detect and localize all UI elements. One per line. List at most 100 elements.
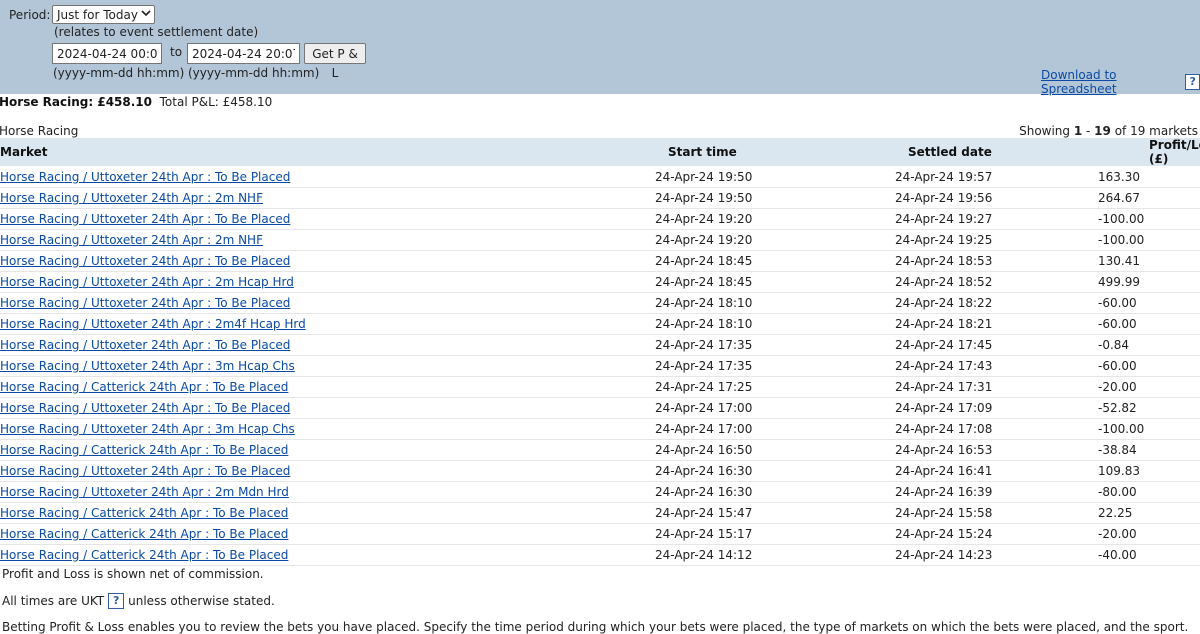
start-time-cell: 24-Apr-24 17:25 — [620, 376, 861, 398]
start-time-cell: 24-Apr-24 15:17 — [620, 523, 861, 545]
help-icon[interactable]: ? — [108, 593, 125, 609]
table-row: Horse Racing / Uttoxeter 24th Apr : To B… — [0, 250, 1200, 272]
profit-loss-cell: 264.67 — [1098, 187, 1200, 209]
profit-loss-cell: -100.00 — [1098, 418, 1200, 440]
period-hint: (relates to event settlement date) — [54, 25, 259, 39]
market-link[interactable]: Horse Racing / Uttoxeter 24th Apr : 3m H… — [0, 359, 295, 373]
period-label: Period: — [9, 8, 51, 22]
table-row: Horse Racing / Catterick 24th Apr : To B… — [0, 376, 1200, 398]
market-link[interactable]: Horse Racing / Catterick 24th Apr : To B… — [0, 380, 288, 394]
market-cell: Horse Racing / Uttoxeter 24th Apr : 3m H… — [0, 418, 620, 440]
table-row: Horse Racing / Uttoxeter 24th Apr : To B… — [0, 166, 1200, 188]
market-link[interactable]: Horse Racing / Uttoxeter 24th Apr : To B… — [0, 170, 290, 184]
table-row: Horse Racing / Uttoxeter 24th Apr : To B… — [0, 397, 1200, 419]
period-select[interactable]: Just for Today — [52, 5, 155, 24]
timezone-note: All times are UKT ? unless otherwise sta… — [2, 593, 275, 609]
settled-date-cell: 24-Apr-24 19:56 — [861, 187, 1098, 209]
to-format-hint: (yyyy-mm-dd hh:mm) — [188, 66, 320, 80]
table-row: Horse Racing / Uttoxeter 24th Apr : 2m N… — [0, 187, 1200, 209]
table-row: Horse Racing / Uttoxeter 24th Apr : 2m H… — [0, 271, 1200, 293]
market-cell: Horse Racing / Uttoxeter 24th Apr : 2m N… — [0, 187, 620, 209]
column-header-settled-date[interactable]: Settled date — [861, 138, 1098, 167]
market-link[interactable]: Horse Racing / Uttoxeter 24th Apr : To B… — [0, 254, 290, 268]
market-link[interactable]: Horse Racing / Catterick 24th Apr : To B… — [0, 548, 288, 562]
profit-loss-cell: 109.83 — [1098, 460, 1200, 482]
market-link[interactable]: Horse Racing / Uttoxeter 24th Apr : To B… — [0, 296, 290, 310]
start-time-cell: 24-Apr-24 17:35 — [620, 355, 861, 377]
profit-loss-cell: -38.84 — [1098, 439, 1200, 461]
market-cell: Horse Racing / Uttoxeter 24th Apr : 2m M… — [0, 481, 620, 503]
download-spreadsheet-link[interactable]: Download to Spreadsheet — [1041, 68, 1181, 96]
table-row: Horse Racing / Uttoxeter 24th Apr : To B… — [0, 208, 1200, 230]
start-time-cell: 24-Apr-24 17:00 — [620, 397, 861, 419]
market-cell: Horse Racing / Uttoxeter 24th Apr : To B… — [0, 250, 620, 272]
start-time-cell: 24-Apr-24 18:45 — [620, 271, 861, 293]
settled-date-cell: 24-Apr-24 17:08 — [861, 418, 1098, 440]
market-link[interactable]: Horse Racing / Catterick 24th Apr : To B… — [0, 527, 288, 541]
table-row: Horse Racing / Uttoxeter 24th Apr : To B… — [0, 334, 1200, 356]
start-time-cell: 24-Apr-24 18:10 — [620, 313, 861, 335]
market-cell: Horse Racing / Catterick 24th Apr : To B… — [0, 439, 620, 461]
market-cell: Horse Racing / Uttoxeter 24th Apr : 2m H… — [0, 271, 620, 293]
market-link[interactable]: Horse Racing / Uttoxeter 24th Apr : 2m N… — [0, 191, 263, 205]
settled-date-cell: 24-Apr-24 19:27 — [861, 208, 1098, 230]
column-header-profit-loss[interactable]: Profit/Loss (£) — [1098, 138, 1200, 167]
market-link[interactable]: Horse Racing / Catterick 24th Apr : To B… — [0, 443, 288, 457]
start-time-cell: 24-Apr-24 19:20 — [620, 229, 861, 251]
market-link[interactable]: Horse Racing / Uttoxeter 24th Apr : 2m4f… — [0, 317, 306, 331]
start-time-cell: 24-Apr-24 14:12 — [620, 544, 861, 566]
get-pl-button[interactable]: Get P & L — [304, 43, 366, 80]
table-header-row: Market Start time Settled date Profit/Lo… — [0, 138, 1200, 167]
settled-date-cell: 24-Apr-24 15:24 — [861, 523, 1098, 545]
settled-date-cell: 24-Apr-24 18:53 — [861, 250, 1098, 272]
market-link[interactable]: Horse Racing / Uttoxeter 24th Apr : To B… — [0, 464, 290, 478]
settled-date-cell: 24-Apr-24 17:45 — [861, 334, 1098, 356]
table-row: Horse Racing / Uttoxeter 24th Apr : 3m H… — [0, 355, 1200, 377]
settled-date-cell: 24-Apr-24 14:23 — [861, 544, 1098, 566]
column-header-start-time[interactable]: Start time — [620, 138, 861, 167]
column-header-market[interactable]: Market — [0, 138, 620, 167]
settled-date-cell: 24-Apr-24 18:52 — [861, 271, 1098, 293]
start-time-cell: 24-Apr-24 19:20 — [620, 208, 861, 230]
market-cell: Horse Racing / Uttoxeter 24th Apr : To B… — [0, 460, 620, 482]
market-link[interactable]: Horse Racing / Uttoxeter 24th Apr : 3m H… — [0, 422, 295, 436]
to-date-input[interactable] — [187, 43, 300, 64]
settled-date-cell: 24-Apr-24 16:41 — [861, 460, 1098, 482]
showing-count: Showing 1 - 19 of 19 markets — [1019, 124, 1198, 138]
help-icon[interactable]: ? — [1185, 74, 1200, 90]
market-cell: Horse Racing / Uttoxeter 24th Apr : To B… — [0, 292, 620, 314]
start-time-cell: 24-Apr-24 17:35 — [620, 334, 861, 356]
profit-loss-cell: -60.00 — [1098, 355, 1200, 377]
settled-date-cell: 24-Apr-24 17:09 — [861, 397, 1098, 419]
timezone-note-suffix: unless otherwise stated. — [128, 594, 275, 608]
table-row: Horse Racing / Uttoxeter 24th Apr : 2m4f… — [0, 313, 1200, 335]
profit-loss-cell: -40.00 — [1098, 544, 1200, 566]
pl-description: Betting Profit & Loss enables you to rev… — [2, 620, 1189, 634]
market-link[interactable]: Horse Racing / Uttoxeter 24th Apr : To B… — [0, 338, 290, 352]
market-link[interactable]: Horse Racing / Uttoxeter 24th Apr : 2m N… — [0, 233, 263, 247]
from-date-input[interactable] — [52, 43, 162, 64]
market-link[interactable]: Horse Racing / Uttoxeter 24th Apr : To B… — [0, 401, 290, 415]
market-link[interactable]: Horse Racing / Uttoxeter 24th Apr : To B… — [0, 212, 290, 226]
table-row: Horse Racing / Catterick 24th Apr : To B… — [0, 544, 1200, 566]
profit-loss-cell: 22.25 — [1098, 502, 1200, 524]
profit-loss-cell: 499.99 — [1098, 271, 1200, 293]
market-cell: Horse Racing / Uttoxeter 24th Apr : To B… — [0, 166, 620, 188]
pl-table: Market Start time Settled date Profit/Lo… — [0, 138, 1200, 566]
start-time-cell: 24-Apr-24 15:47 — [620, 502, 861, 524]
profit-loss-cell: -0.84 — [1098, 334, 1200, 356]
market-link[interactable]: Horse Racing / Uttoxeter 24th Apr : 2m H… — [0, 275, 294, 289]
table-sport-label: Horse Racing — [0, 124, 79, 138]
settled-date-cell: 24-Apr-24 15:58 — [861, 502, 1098, 524]
market-cell: Horse Racing / Uttoxeter 24th Apr : 3m H… — [0, 355, 620, 377]
market-link[interactable]: Horse Racing / Uttoxeter 24th Apr : 2m M… — [0, 485, 289, 499]
start-time-cell: 24-Apr-24 16:30 — [620, 481, 861, 503]
profit-loss-cell: -60.00 — [1098, 292, 1200, 314]
start-time-cell: 24-Apr-24 18:45 — [620, 250, 861, 272]
commission-note: Profit and Loss is shown net of commissi… — [2, 567, 264, 581]
settled-date-cell: 24-Apr-24 16:53 — [861, 439, 1098, 461]
market-link[interactable]: Horse Racing / Catterick 24th Apr : To B… — [0, 506, 288, 520]
profit-loss-cell: -60.00 — [1098, 313, 1200, 335]
profit-loss-cell: -20.00 — [1098, 523, 1200, 545]
to-label: to — [170, 45, 183, 59]
